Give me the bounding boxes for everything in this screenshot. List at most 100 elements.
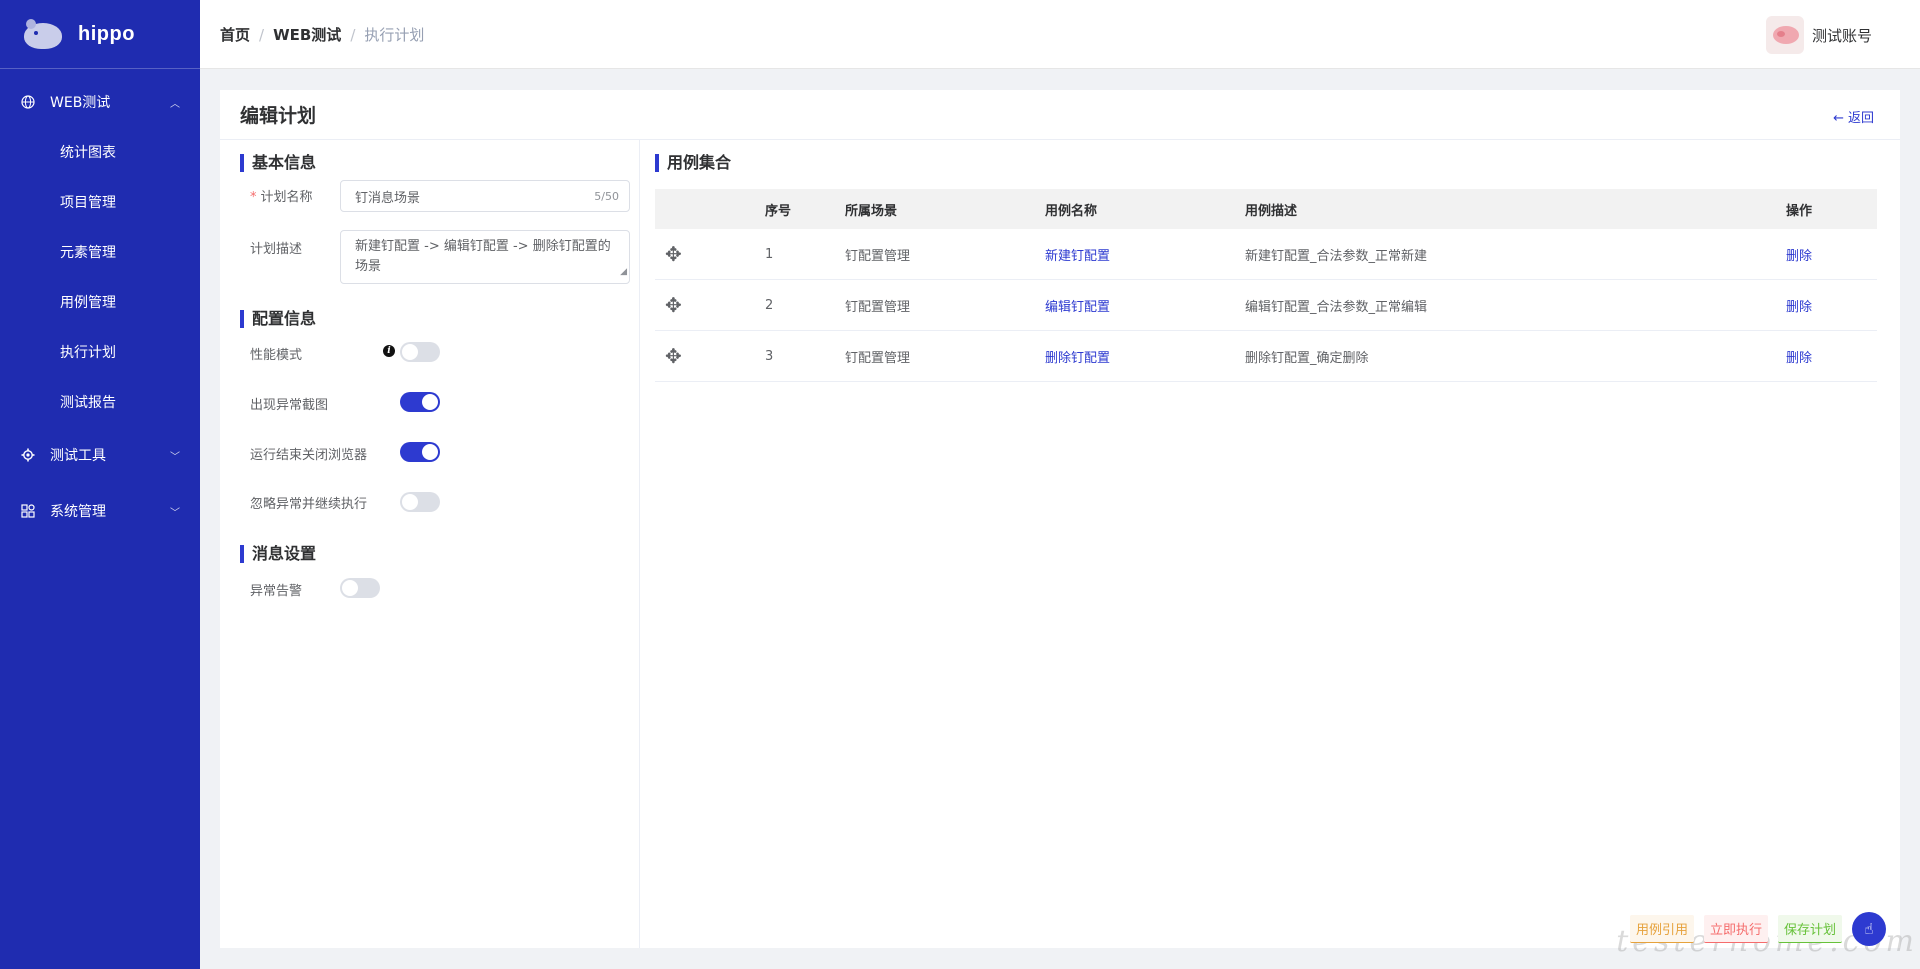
table-row: ✥ 3 钉配置管理 删除钉配置 删除钉配置_确定删除 删除 bbox=[655, 331, 1877, 382]
config-label-perf: 性能模式 bbox=[250, 348, 303, 363]
sidebar-group-label: 测试工具 bbox=[50, 448, 106, 464]
delete-button[interactable]: 删除 bbox=[1786, 296, 1812, 315]
plan-desc-textarea[interactable]: 新建钉配置 -> 编辑钉配置 -> 删除钉配置的场景 ◢ bbox=[340, 230, 630, 284]
floating-actions: 用例引用 立即执行 保存计划 ☝ bbox=[1629, 912, 1886, 946]
app-logo[interactable]: hippo bbox=[0, 0, 200, 69]
drag-handle-icon[interactable]: ✥ bbox=[665, 242, 682, 266]
case-name-link[interactable]: 编辑钉配置 bbox=[1045, 296, 1110, 315]
sidebar-item-label: 用例管理 bbox=[60, 295, 116, 311]
plan-desc-label: 计划描述 bbox=[250, 242, 303, 257]
cell-index: 2 bbox=[765, 297, 774, 313]
case-set-pane: 用例集合 序号 所属场景 用例名称 用例描述 操作 ✥ 1 钉配置管理 新建钉配… bbox=[641, 140, 1900, 948]
sidebar-item-label: 测试报告 bbox=[60, 395, 116, 411]
sidebar-item-cases[interactable]: 用例管理 bbox=[0, 277, 200, 327]
char-count: 5/50 bbox=[594, 189, 619, 203]
section-title-message: 消息设置 bbox=[240, 545, 316, 563]
run-now-button[interactable]: 立即执行 bbox=[1703, 915, 1768, 943]
app-name: hippo bbox=[78, 22, 135, 45]
sidebar-item-reports[interactable]: 测试报告 bbox=[0, 377, 200, 427]
cell-desc: 新建钉配置_合法参数_正常新建 bbox=[1245, 248, 1428, 264]
table-row: ✥ 2 钉配置管理 编辑钉配置 编辑钉配置_合法参数_正常编辑 删除 bbox=[655, 280, 1877, 331]
sidebar-item-label: 元素管理 bbox=[60, 245, 116, 261]
col-desc: 用例描述 bbox=[1245, 203, 1298, 219]
case-name-link[interactable]: 删除钉配置 bbox=[1045, 347, 1110, 366]
sidebar-item-label: 执行计划 bbox=[60, 345, 116, 361]
top-header: 首页 / WEB测试 / 执行计划 测试账号 bbox=[200, 0, 1920, 69]
plan-name-value: 钉消息场景 bbox=[355, 190, 421, 206]
drag-handle-icon[interactable]: ✥ bbox=[665, 344, 682, 368]
sidebar-group-label: 系统管理 bbox=[50, 504, 106, 520]
sidebar-group-label: WEB测试 bbox=[50, 95, 111, 111]
sidebar-item-projects[interactable]: 项目管理 bbox=[0, 177, 200, 227]
config-label-close-browser: 运行结束关闭浏览器 bbox=[250, 448, 368, 463]
hand-pointer-icon[interactable]: ☝ bbox=[1852, 912, 1886, 946]
user-name: 测试账号 bbox=[1811, 26, 1872, 45]
avatar bbox=[1765, 16, 1804, 54]
breadcrumb-separator: / bbox=[259, 25, 265, 44]
sidebar-item-elements[interactable]: 元素管理 bbox=[0, 227, 200, 277]
cell-desc: 删除钉配置_确定删除 bbox=[1245, 350, 1369, 366]
switch-error-screenshot[interactable] bbox=[400, 392, 440, 412]
switch-error-alert[interactable] bbox=[340, 578, 380, 598]
sidebar-item-stats[interactable]: 统计图表 bbox=[0, 127, 200, 177]
switch-ignore-error[interactable] bbox=[400, 492, 440, 512]
delete-button[interactable]: 删除 bbox=[1786, 347, 1812, 366]
cite-cases-button[interactable]: 用例引用 bbox=[1629, 915, 1694, 943]
user-menu[interactable]: 测试账号 bbox=[1765, 16, 1872, 54]
drag-handle-icon[interactable]: ✥ bbox=[665, 293, 682, 317]
breadcrumb-section[interactable]: WEB测试 bbox=[273, 26, 341, 44]
back-button[interactable]: ← 返回 bbox=[1833, 107, 1874, 126]
case-table: 序号 所属场景 用例名称 用例描述 操作 ✥ 1 钉配置管理 新建钉配置 新建钉… bbox=[655, 189, 1877, 382]
chevron-down-icon: ﹀ bbox=[170, 451, 180, 463]
sidebar-group-system[interactable]: 系统管理 ﹀ bbox=[0, 486, 200, 536]
section-title-cases: 用例集合 bbox=[655, 154, 731, 172]
cell-desc: 编辑钉配置_合法参数_正常编辑 bbox=[1245, 299, 1428, 315]
sidebar: hippo WEB测试 ︿ 统计图表 项目管理 元素管理 用例管理 执行计划 测… bbox=[0, 0, 200, 969]
save-plan-button[interactable]: 保存计划 bbox=[1777, 915, 1842, 943]
section-title-config: 配置信息 bbox=[240, 310, 316, 328]
chevron-down-icon: ﹀ bbox=[170, 507, 180, 519]
col-ops: 操作 bbox=[1786, 203, 1813, 219]
delete-button[interactable]: 删除 bbox=[1786, 245, 1812, 264]
plan-name-input[interactable]: 钉消息场景 5/50 bbox=[340, 180, 630, 212]
col-scene: 所属场景 bbox=[845, 203, 898, 219]
cell-scene: 钉配置管理 bbox=[845, 350, 911, 366]
resize-handle-icon[interactable]: ◢ bbox=[620, 262, 627, 282]
config-label-ignore-error: 忽略异常并继续执行 bbox=[250, 497, 368, 512]
sidebar-item-plans[interactable]: 执行计划 bbox=[0, 327, 200, 377]
plan-desc-value: 新建钉配置 -> 编辑钉配置 -> 删除钉配置的场景 bbox=[355, 239, 611, 274]
breadcrumb-home[interactable]: 首页 bbox=[220, 26, 250, 44]
breadcrumb-current: 执行计划 bbox=[364, 25, 425, 44]
sidebar-item-label: 统计图表 bbox=[60, 145, 116, 161]
col-index: 序号 bbox=[765, 203, 792, 219]
cell-scene: 钉配置管理 bbox=[845, 299, 911, 315]
plan-name-label: * 计划名称 bbox=[250, 190, 313, 205]
cell-index: 3 bbox=[765, 348, 774, 364]
card-header: 编辑计划 bbox=[220, 90, 1900, 140]
info-icon[interactable]: i bbox=[383, 345, 395, 357]
gear-icon bbox=[20, 448, 36, 462]
switch-close-browser[interactable] bbox=[400, 442, 440, 462]
section-title-basic: 基本信息 bbox=[240, 154, 316, 172]
sidebar-group-web-test[interactable]: WEB测试 ︿ bbox=[0, 77, 200, 127]
page-title: 编辑计划 bbox=[240, 105, 317, 127]
globe-icon bbox=[20, 95, 36, 109]
cell-scene: 钉配置管理 bbox=[845, 248, 911, 264]
arrow-left-icon: ← bbox=[1833, 111, 1844, 126]
plan-form-pane: 基本信息 * 计划名称 钉消息场景 5/50 计划描述 新建钉配置 -> 编辑钉配… bbox=[220, 140, 640, 948]
table-header: 序号 所属场景 用例名称 用例描述 操作 bbox=[655, 189, 1877, 229]
alert-label: 异常告警 bbox=[250, 584, 303, 599]
edit-plan-card: 编辑计划 ← 返回 基本信息 * 计划名称 钉消息场景 5/50 计划描述 新建钉配… bbox=[220, 90, 1900, 948]
hippo-logo-icon bbox=[20, 15, 66, 53]
case-name-link[interactable]: 新建钉配置 bbox=[1045, 245, 1110, 264]
switch-perf-mode[interactable] bbox=[400, 342, 440, 362]
breadcrumb-separator: / bbox=[350, 25, 356, 44]
table-row: ✥ 1 钉配置管理 新建钉配置 新建钉配置_合法参数_正常新建 删除 bbox=[655, 229, 1877, 280]
back-label: 返回 bbox=[1847, 111, 1874, 126]
chevron-up-icon: ︿ bbox=[170, 98, 180, 110]
sidebar-menu: WEB测试 ︿ 统计图表 项目管理 元素管理 用例管理 执行计划 测试报告 测试… bbox=[0, 69, 200, 536]
sidebar-group-test-tools[interactable]: 测试工具 ﹀ bbox=[0, 430, 200, 480]
sidebar-item-label: 项目管理 bbox=[60, 195, 116, 211]
breadcrumb: 首页 / WEB测试 / 执行计划 bbox=[220, 24, 424, 45]
config-label-screenshot: 出现异常截图 bbox=[250, 398, 329, 413]
